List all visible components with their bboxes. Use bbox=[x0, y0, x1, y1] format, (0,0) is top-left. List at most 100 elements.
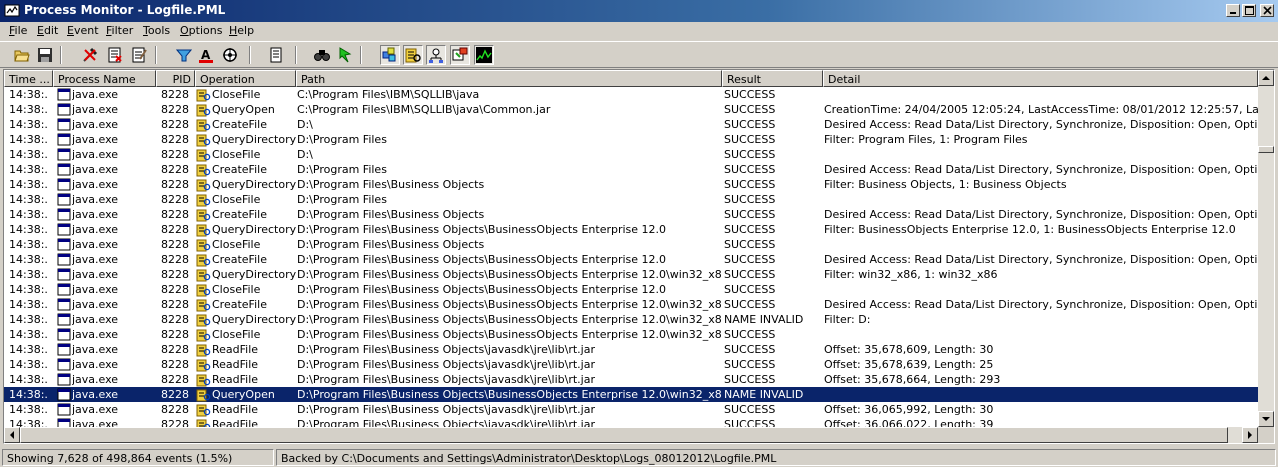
process-name-cell: java.exe bbox=[72, 373, 119, 386]
process-tree-button[interactable] bbox=[266, 45, 286, 65]
menu-bar: File Edit Event Filter Tools Options Hel… bbox=[0, 22, 1278, 40]
table-row[interactable]: 14:38:... java.exe 8228 CloseFile D:\Program… bbox=[4, 192, 1258, 207]
registry-activity-button[interactable] bbox=[380, 45, 400, 65]
detail-cell: Desired Access: Read Data/List Directory… bbox=[824, 118, 1258, 131]
time-cell: 14:38:... bbox=[9, 193, 49, 206]
column-path[interactable]: Path bbox=[296, 70, 722, 87]
highlight-button[interactable]: A bbox=[196, 45, 216, 65]
event-list[interactable]: Time ... Process Name PID Operation Path… bbox=[3, 69, 1275, 444]
table-row[interactable]: 14:38:... java.exe 8228 CloseFile D:\ SUCCESS bbox=[4, 147, 1258, 162]
filter-button[interactable] bbox=[174, 45, 194, 65]
table-row[interactable]: 14:38:... java.exe 8228 CloseFile D:\Program… bbox=[4, 282, 1258, 297]
table-row[interactable]: 14:38:... java.exe 8228 CreateFile D:\Progra… bbox=[4, 297, 1258, 312]
minimize-button[interactable] bbox=[1226, 4, 1240, 17]
detail-cell: Offset: 35,678,664, Length: 293 bbox=[824, 373, 1001, 386]
autoscroll-button[interactable] bbox=[105, 45, 125, 65]
include-process-button[interactable] bbox=[220, 45, 240, 65]
profiling-button[interactable] bbox=[474, 45, 494, 65]
pid-cell: 8228 bbox=[161, 103, 189, 116]
path-cell: D:\Program Files\Business Objects\Busine… bbox=[297, 298, 722, 311]
table-row[interactable]: 14:38:... java.exe 8228 QueryOpen D:\Program… bbox=[4, 387, 1258, 402]
table-row[interactable]: 14:38:... java.exe 8228 QueryDirectoryD:\Pr… bbox=[4, 222, 1258, 237]
path-cell: D:\Program Files\Business Objects\Busine… bbox=[297, 313, 722, 326]
autoscroll-icon bbox=[108, 47, 122, 63]
table-row[interactable]: 14:38:... java.exe 8228 CloseFile D:\Program… bbox=[4, 237, 1258, 252]
process-icon bbox=[56, 402, 72, 417]
column-detail[interactable]: Detail bbox=[823, 70, 1258, 87]
table-row[interactable]: 14:38:... java.exe 8228 ReadFile D:\Program … bbox=[4, 372, 1258, 387]
menu-event[interactable]: Event bbox=[67, 24, 99, 37]
table-row[interactable]: 14:38:... java.exe 8228 QueryDirectoryD:\Pr… bbox=[4, 267, 1258, 282]
process-icon bbox=[56, 87, 72, 102]
process-activity-button[interactable] bbox=[450, 45, 470, 65]
table-row[interactable]: 14:38:... java.exe 8228 QueryOpen C:\Program… bbox=[4, 102, 1258, 117]
process-icon bbox=[56, 252, 72, 267]
process-icon bbox=[56, 297, 72, 312]
table-row[interactable]: 14:38:... java.exe 8228 CloseFile C:\Program… bbox=[4, 87, 1258, 102]
file-system-icon bbox=[196, 147, 212, 162]
result-cell: SUCCESS bbox=[724, 103, 776, 116]
result-cell: SUCCESS bbox=[724, 88, 776, 101]
open-icon bbox=[14, 50, 30, 62]
file-activity-button[interactable] bbox=[403, 45, 423, 65]
table-row[interactable]: 14:38:... java.exe 8228 CreateFile D:\Progra… bbox=[4, 207, 1258, 222]
menu-options[interactable]: Options bbox=[180, 24, 222, 37]
menu-filter[interactable]: Filter bbox=[106, 24, 133, 37]
time-cell: 14:38:... bbox=[9, 328, 49, 341]
close-button[interactable] bbox=[1260, 4, 1274, 17]
column-operation[interactable]: Operation bbox=[195, 70, 296, 87]
network-activity-button[interactable] bbox=[426, 45, 446, 65]
operation-cell: ReadFile bbox=[212, 358, 259, 371]
table-row[interactable]: 14:38:... java.exe 8228 CreateFile D:\Progra… bbox=[4, 252, 1258, 267]
table-row[interactable]: 14:38:... java.exe 8228 QueryDirectoryD:\Pr… bbox=[4, 177, 1258, 192]
scroll-down-button[interactable] bbox=[1258, 411, 1274, 427]
column-pid[interactable]: PID bbox=[156, 70, 195, 87]
column-process-name[interactable]: Process Name bbox=[53, 70, 156, 87]
vertical-scrollbar[interactable] bbox=[1258, 70, 1274, 427]
horizontal-scroll-thumb[interactable] bbox=[20, 427, 1228, 443]
title-bar[interactable]: Process Monitor - Logfile.PML bbox=[0, 0, 1278, 22]
maximize-button[interactable] bbox=[1242, 4, 1256, 17]
process-activity-icon bbox=[452, 47, 468, 61]
menu-help[interactable]: Help bbox=[229, 24, 254, 37]
table-row[interactable]: 14:38:... java.exe 8228 ReadFile D:\Program … bbox=[4, 342, 1258, 357]
scroll-left-button[interactable] bbox=[4, 427, 20, 443]
table-row[interactable]: 14:38:... java.exe 8228 ReadFile D:\Program … bbox=[4, 402, 1258, 417]
capture-button[interactable] bbox=[80, 45, 100, 65]
menu-edit[interactable]: Edit bbox=[37, 24, 58, 37]
file-activity-icon bbox=[405, 48, 421, 63]
result-cell: SUCCESS bbox=[724, 418, 776, 427]
jump-to-button[interactable] bbox=[335, 45, 355, 65]
svg-text:A: A bbox=[201, 48, 211, 62]
menu-tools[interactable]: Tools bbox=[143, 24, 170, 37]
scroll-right-button[interactable] bbox=[1242, 427, 1258, 443]
detail-cell: Filter: Business Objects, 1: Business Ob… bbox=[824, 178, 1067, 191]
vertical-scroll-thumb[interactable] bbox=[1258, 146, 1274, 153]
column-time[interactable]: Time ... bbox=[4, 70, 53, 87]
network-activity-icon bbox=[429, 48, 443, 63]
table-row[interactable]: 14:38:... java.exe 8228 QueryDirectoryD:\Pr… bbox=[4, 132, 1258, 147]
table-row[interactable]: 14:38:... java.exe 8228 CreateFile D:\Progra… bbox=[4, 162, 1258, 177]
find-button[interactable] bbox=[312, 45, 332, 65]
menu-file[interactable]: File bbox=[9, 24, 27, 37]
table-row[interactable]: 14:38:... java.exe 8228 CreateFile D:\ SUCCES… bbox=[4, 117, 1258, 132]
process-icon bbox=[56, 357, 72, 372]
open-button[interactable] bbox=[12, 45, 32, 65]
scroll-up-button[interactable] bbox=[1258, 70, 1274, 86]
time-cell: 14:38:... bbox=[9, 268, 49, 281]
process-icon bbox=[56, 192, 72, 207]
table-row[interactable]: 14:38:... java.exe 8228 QueryDirectoryD:\Pr… bbox=[4, 312, 1258, 327]
table-row[interactable]: 14:38:... java.exe 8228 CloseFile D:\Program… bbox=[4, 327, 1258, 342]
save-button[interactable] bbox=[35, 45, 55, 65]
clear-button[interactable] bbox=[129, 45, 149, 65]
table-row[interactable]: 14:38:... java.exe 8228 ReadFile D:\Program … bbox=[4, 357, 1258, 372]
table-row[interactable]: 14:38:... java.exe 8228 ReadFile D:\Program … bbox=[4, 417, 1258, 427]
time-cell: 14:38:... bbox=[9, 343, 49, 356]
path-cell: D:\Program Files bbox=[297, 163, 387, 176]
horizontal-scrollbar[interactable] bbox=[4, 427, 1258, 443]
path-cell: D:\Program Files bbox=[297, 193, 387, 206]
save-icon bbox=[38, 48, 52, 62]
detail-cell: Desired Access: Read Data/List Directory… bbox=[824, 253, 1258, 266]
column-result[interactable]: Result bbox=[722, 70, 823, 87]
pid-cell: 8228 bbox=[161, 373, 189, 386]
